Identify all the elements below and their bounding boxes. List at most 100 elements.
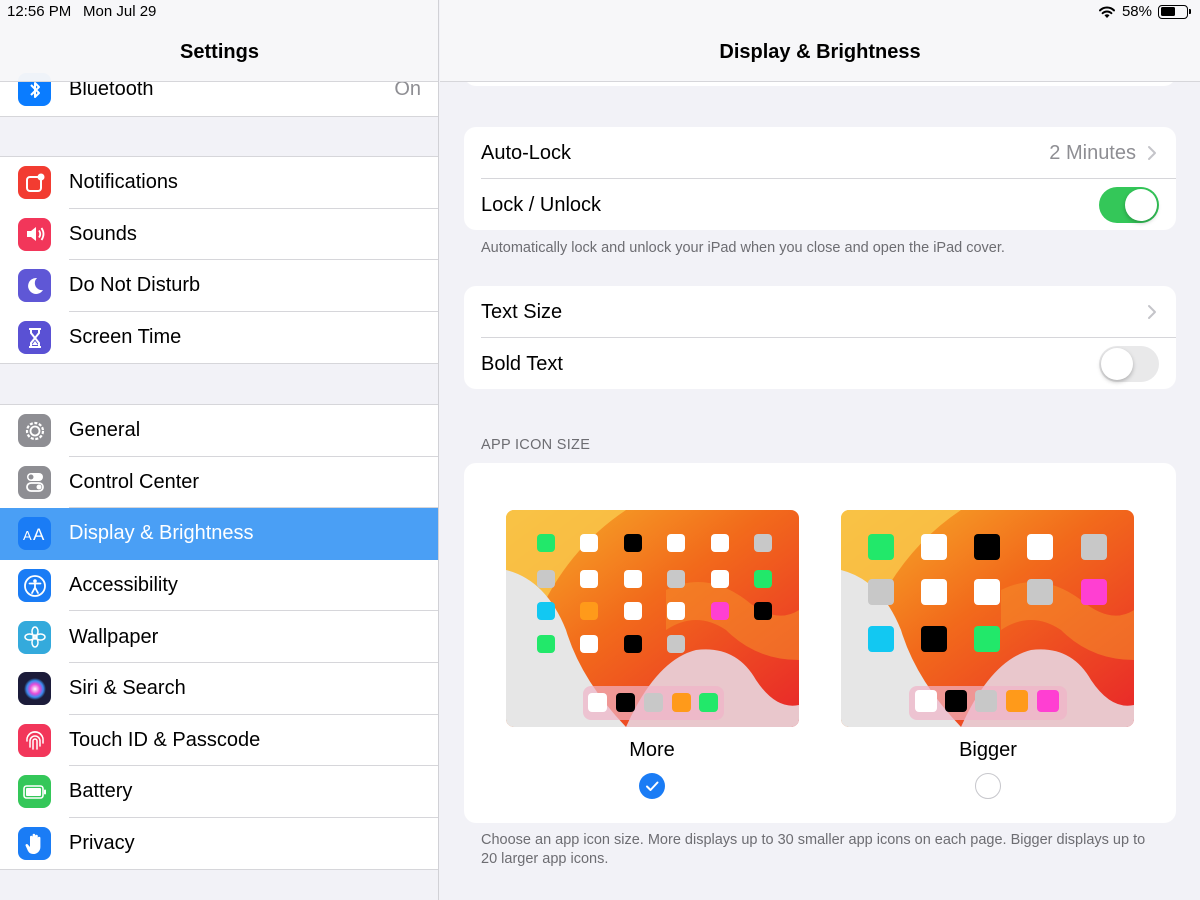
app-icon-thumbnail: [1081, 534, 1107, 560]
toggle-knob: [1101, 347, 1133, 380]
app-icon-thumbnail: [1006, 690, 1028, 712]
sidebar-item-notifications[interactable]: Notifications: [0, 157, 438, 209]
app-icon-thumbnail: [754, 534, 772, 552]
app-icon-thumbnail: [921, 579, 947, 605]
sidebar-item-label: Screen Time: [69, 326, 182, 349]
sidebar-item-battery[interactable]: Battery: [0, 766, 438, 818]
app-icon-thumbnail: [537, 635, 555, 653]
text-size-icon: AA: [18, 517, 51, 551]
sidebar-item-label: Siri & Search: [69, 677, 186, 700]
hourglass-icon: [18, 321, 51, 355]
app-icon-size-card: More Bigger: [464, 463, 1176, 823]
battery-status-icon: [1158, 4, 1191, 19]
sidebar-item-display-brightness[interactable]: AA Display & Brightness: [0, 508, 438, 560]
app-icon-thumbnail: [1027, 534, 1053, 560]
sidebar-item-sounds[interactable]: Sounds: [0, 209, 438, 261]
icon-size-bigger-label: Bigger: [959, 739, 1017, 761]
status-bar: 12:56 PM Mon Jul 29 58%: [0, 0, 1200, 24]
app-icon-thumbnail: [624, 635, 642, 653]
app-icon-thumbnail: [667, 602, 685, 620]
accessibility-icon: [18, 569, 51, 603]
app-icon-thumbnail: [699, 693, 718, 712]
app-icon-thumbnail: [644, 693, 663, 712]
sidebar-title: Settings: [180, 41, 259, 63]
app-icon-thumbnail: [711, 534, 729, 552]
app-icon-thumbnail: [974, 626, 1000, 652]
sidebar-item-label: Do Not Disturb: [69, 274, 201, 297]
app-icon-thumbnail: [667, 570, 685, 588]
sidebar-item-label: Display & Brightness: [69, 522, 254, 545]
app-icon-size-header: APP ICON SIZE: [481, 437, 591, 453]
sidebar-item-accessibility[interactable]: Accessibility: [0, 560, 438, 612]
auto-lock-row[interactable]: Auto-Lock 2 Minutes: [464, 127, 1176, 179]
status-right: 58%: [1098, 3, 1191, 20]
app-icon-thumbnail: [754, 570, 772, 588]
sidebar-item-siri-search[interactable]: Siri & Search: [0, 663, 438, 715]
sidebar-item-privacy[interactable]: Privacy: [0, 818, 438, 870]
app-icon-thumbnail: [921, 534, 947, 560]
battery-percent: 58%: [1121, 3, 1152, 20]
hand-icon: [18, 827, 51, 861]
app-icon-thumbnail: [580, 570, 598, 588]
siri-icon: [18, 672, 51, 706]
app-icon-thumbnail: [974, 534, 1000, 560]
app-icon-thumbnail: [921, 626, 947, 652]
app-icon-thumbnail: [624, 570, 642, 588]
sidebar-item-label: Touch ID & Passcode: [69, 728, 261, 751]
app-icon-thumbnail: [945, 690, 967, 712]
wifi-icon: [1098, 6, 1115, 18]
icon-size-more-radio[interactable]: [639, 773, 665, 799]
app-icon-thumbnail: [537, 570, 555, 588]
app-icon-thumbnail: [1081, 579, 1107, 605]
app-icon-thumbnail: [580, 602, 598, 620]
icon-size-preview-more[interactable]: [506, 510, 799, 727]
app-icon-thumbnail: [975, 690, 997, 712]
app-icon-thumbnail: [616, 693, 635, 712]
app-icon-thumbnail: [868, 579, 894, 605]
sidebar-item-label: Privacy: [69, 832, 135, 855]
status-time: 12:56 PM: [7, 3, 72, 20]
sidebar-item-touch-id[interactable]: Touch ID & Passcode: [0, 715, 438, 767]
svg-text:A: A: [23, 528, 32, 542]
status-date: Mon Jul 29: [83, 3, 157, 20]
sidebar-item-general[interactable]: General: [0, 405, 438, 457]
sidebar-item-screen-time[interactable]: Screen Time: [0, 312, 438, 364]
lock-unlock-row: Lock / Unlock: [464, 179, 1176, 231]
auto-lock-label: Auto-Lock: [481, 142, 572, 164]
bold-text-row: Bold Text: [464, 338, 1176, 390]
toggle-knob: [1125, 188, 1157, 221]
app-icon-thumbnail: [580, 534, 598, 552]
svg-text:A: A: [33, 526, 45, 542]
lock-settings-card: Auto-Lock 2 Minutes Lock / Unlock: [464, 127, 1176, 230]
app-icon-thumbnail: [588, 693, 607, 712]
app-icon-thumbnail: [974, 579, 1000, 605]
lock-footnote: Automatically lock and unlock your iPad …: [481, 240, 1005, 256]
app-icon-thumbnail: [711, 570, 729, 588]
sidebar-item-label: Notifications: [69, 171, 178, 194]
sidebar-item-label: Sounds: [69, 222, 137, 245]
lock-unlock-toggle[interactable]: [1099, 186, 1159, 223]
text-size-row[interactable]: Text Size: [464, 286, 1176, 338]
sidebar-item-wallpaper[interactable]: Wallpaper: [0, 611, 438, 663]
app-icon-thumbnail: [1027, 579, 1053, 605]
bold-text-toggle[interactable]: [1099, 345, 1159, 382]
icon-size-preview-bigger[interactable]: [841, 510, 1134, 727]
fingerprint-icon: [18, 723, 51, 757]
app-icon-thumbnail: [754, 602, 772, 620]
icon-size-bigger-radio[interactable]: [975, 773, 1001, 799]
app-icon-thumbnail: [915, 690, 937, 712]
text-size-label: Text Size: [481, 301, 563, 323]
sidebar-item-do-not-disturb[interactable]: Do Not Disturb: [0, 260, 438, 312]
battery-icon: [18, 775, 51, 809]
sidebar-item-control-center[interactable]: Control Center: [0, 457, 438, 509]
battery-fill: [1160, 7, 1175, 16]
switches-icon: [18, 465, 51, 499]
page-title: Display & Brightness: [719, 41, 921, 63]
icon-size-more-label: More: [629, 739, 675, 761]
app-icon-thumbnail: [537, 534, 555, 552]
app-icon-thumbnail: [711, 602, 729, 620]
display-brightness-pane: Display & Brightness Auto-Lock 2 Minutes…: [440, 0, 1200, 900]
text-settings-card: Text Size Bold Text: [464, 286, 1176, 389]
app-icon-thumbnail: [624, 602, 642, 620]
checkmark-icon: [646, 781, 659, 791]
